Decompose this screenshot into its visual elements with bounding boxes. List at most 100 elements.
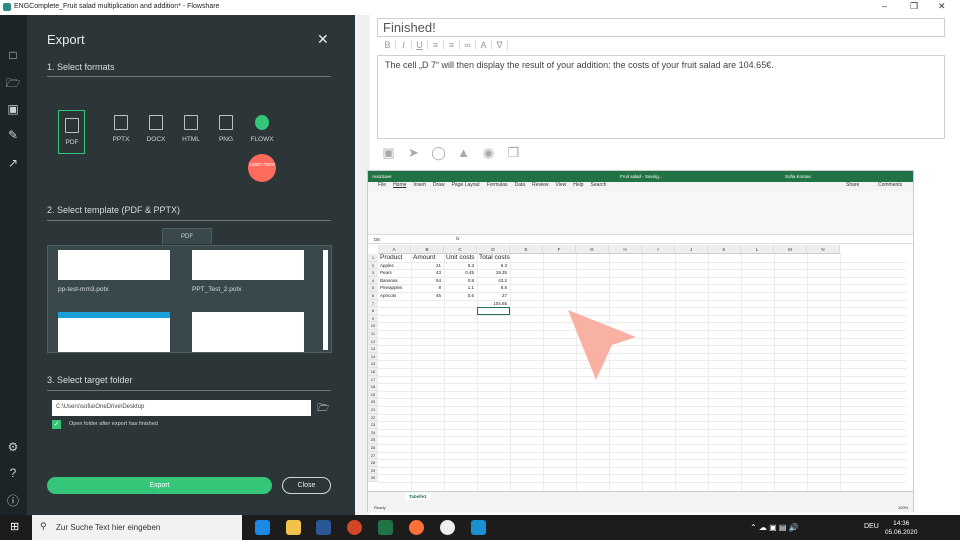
share-button[interactable]: Share	[846, 182, 859, 188]
row-header[interactable]: 6	[368, 292, 378, 300]
clear-format-icon[interactable]: ∇	[492, 40, 508, 51]
edit-icon[interactable]: ✎	[5, 127, 21, 143]
row-header[interactable]: 15	[368, 360, 378, 368]
column-header[interactable]: C	[444, 245, 477, 254]
row-header[interactable]: 1	[368, 254, 378, 262]
table-cell[interactable]: 6.3	[477, 263, 507, 268]
cloud-app-icon[interactable]	[440, 520, 455, 535]
column-header[interactable]: F	[543, 245, 576, 254]
export-button[interactable]: Export	[47, 477, 272, 494]
column-header[interactable]: M	[774, 245, 807, 254]
format-pdf[interactable]: PDF	[58, 118, 86, 146]
table-cell[interactable]: 8.8	[477, 285, 507, 290]
image-edit-icon[interactable]: ▣	[376, 145, 401, 161]
header-cell[interactable]: Total costs	[479, 254, 510, 261]
close-icon[interactable]: ✕	[317, 31, 329, 48]
table-cell[interactable]: 21	[411, 263, 441, 268]
numbered-list-icon[interactable]: ≡	[428, 40, 444, 50]
flowshare-taskbar-icon[interactable]	[471, 520, 486, 535]
row-header[interactable]: 13	[368, 345, 378, 353]
browse-folder-icon[interactable]: 🗁	[317, 401, 329, 418]
row-header[interactable]: 23	[368, 421, 378, 429]
step-description[interactable]: The cell „D 7“ will then display the res…	[377, 55, 945, 139]
row-header[interactable]: 8	[368, 307, 378, 315]
table-cell[interactable]: 0.45	[444, 270, 474, 275]
close-window-icon[interactable]: ✕	[938, 1, 946, 12]
menu-view[interactable]: View	[556, 182, 567, 188]
template-thumbnail[interactable]	[58, 250, 170, 280]
table-cell[interactable]: 45	[411, 293, 441, 298]
table-cell[interactable]: 0.3	[444, 263, 474, 268]
blur-icon[interactable]: ▲	[451, 145, 476, 160]
table-cell[interactable]: 0.8	[444, 278, 474, 283]
row-header[interactable]: 7	[368, 299, 378, 308]
table-cell[interactable]: 27	[477, 293, 507, 298]
template-thumbnail[interactable]	[58, 312, 170, 352]
menu-draw[interactable]: Draw	[433, 182, 445, 188]
row-header[interactable]: 29	[368, 466, 378, 475]
taskbar-search[interactable]: ⚲ Zur Suche Text hier eingeben	[32, 515, 242, 540]
row-header[interactable]: 2	[368, 261, 378, 270]
link-icon[interactable]: ∞	[460, 40, 476, 50]
folder-path-input[interactable]: C:\Users\sofia\OneDrive\Desktop	[52, 400, 311, 416]
column-header[interactable]: K	[708, 245, 741, 254]
format-png[interactable]: PNG	[212, 115, 240, 143]
menu-file[interactable]: File	[378, 182, 386, 188]
header-cell[interactable]: Amount	[413, 254, 435, 261]
excel-icon[interactable]	[378, 520, 393, 535]
row-header[interactable]: 26	[368, 444, 378, 452]
template-scrollbar[interactable]	[323, 250, 328, 350]
format-docx[interactable]: DOCX	[142, 115, 170, 143]
row-header[interactable]: 14	[368, 352, 378, 361]
column-header[interactable]: B	[411, 245, 444, 254]
table-cell[interactable]: Apricots	[380, 293, 396, 298]
column-header[interactable]: L	[741, 245, 774, 254]
row-header[interactable]: 20	[368, 398, 378, 406]
table-cell[interactable]: Pears	[380, 270, 392, 275]
column-header[interactable]: E	[510, 245, 543, 254]
menu-page-layout[interactable]: Page Layout	[452, 182, 480, 188]
format-flowx[interactable]: FLOWX	[248, 115, 276, 143]
edge-icon[interactable]	[255, 520, 270, 535]
open-folder-icon[interactable]: 🗁	[5, 75, 21, 91]
menu-review[interactable]: Review	[532, 182, 548, 188]
row-header[interactable]: 25	[368, 436, 378, 444]
windows-start-icon[interactable]: ⊞	[10, 522, 21, 533]
open-folder-checkbox[interactable]: ✓	[52, 420, 61, 429]
table-cell[interactable]: 0.6	[444, 293, 474, 298]
step-title-input[interactable]: Finished!	[377, 18, 945, 37]
column-header[interactable]: N	[807, 245, 840, 254]
column-header[interactable]: A	[378, 245, 411, 254]
minimize-icon[interactable]: –	[882, 1, 887, 11]
column-header[interactable]: J	[675, 245, 708, 254]
selected-cell[interactable]	[477, 307, 510, 315]
settings-icon[interactable]: ⚙	[5, 439, 21, 455]
table-cell[interactable]: Pineapples	[380, 285, 402, 290]
row-header[interactable]: 12	[368, 337, 378, 346]
word-icon[interactable]	[316, 520, 331, 535]
powerpoint-icon[interactable]	[347, 520, 362, 535]
sheet-tab[interactable]: Tabelle1	[405, 493, 431, 500]
crop-icon[interactable]: ❒	[501, 145, 526, 161]
menu-home[interactable]: Home	[393, 182, 406, 188]
table-cell[interactable]: 19.35	[477, 270, 507, 275]
row-header[interactable]: 4	[368, 276, 378, 285]
table-cell[interactable]: 1.1	[444, 285, 474, 290]
table-cell[interactable]: 54	[411, 278, 441, 283]
underline-icon[interactable]: U	[412, 40, 428, 50]
format-pptx[interactable]: PPTX	[107, 115, 135, 143]
template-thumbnail[interactable]	[192, 250, 304, 280]
column-header[interactable]: G	[576, 245, 609, 254]
menu-help[interactable]: Help	[573, 182, 583, 188]
table-cell[interactable]: Apples	[380, 263, 394, 268]
new-file-icon[interactable]: □	[5, 47, 21, 63]
row-header[interactable]: 10	[368, 322, 378, 330]
format-html[interactable]: HTML	[177, 115, 205, 143]
row-header[interactable]: 19	[368, 390, 378, 399]
comments-button[interactable]: Comments	[878, 182, 902, 188]
firefox-icon[interactable]	[409, 520, 424, 535]
bullet-list-icon[interactable]: ≡	[444, 40, 460, 50]
name-box[interactable]: D8	[374, 237, 380, 242]
row-header[interactable]: 5	[368, 284, 378, 292]
tray-icons[interactable]: ⌃ ☁ ▣ ▤ 🔊	[750, 523, 799, 532]
